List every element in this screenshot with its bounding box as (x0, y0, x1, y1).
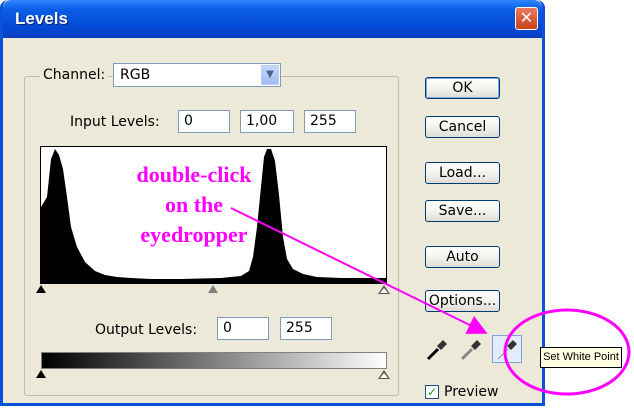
annotation-overlay (230, 207, 631, 396)
annotation-arrow (230, 207, 488, 334)
annotation-circle (503, 308, 631, 396)
